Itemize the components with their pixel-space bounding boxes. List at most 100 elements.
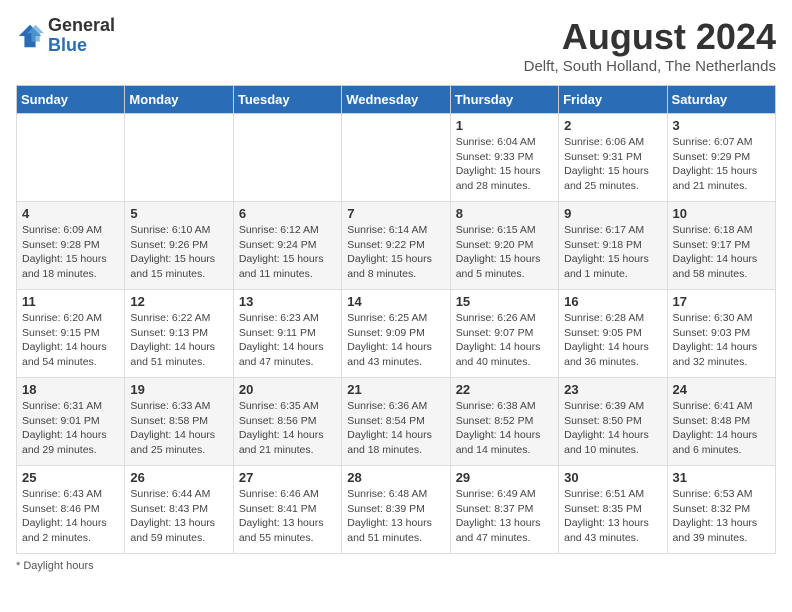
day-cell: 29Sunrise: 6:49 AM Sunset: 8:37 PM Dayli… <box>450 466 558 554</box>
day-content: Sunrise: 6:39 AM Sunset: 8:50 PM Dayligh… <box>564 399 661 458</box>
day-number: 8 <box>456 206 553 221</box>
day-content: Sunrise: 6:18 AM Sunset: 9:17 PM Dayligh… <box>673 223 770 282</box>
day-content: Sunrise: 6:36 AM Sunset: 8:54 PM Dayligh… <box>347 399 444 458</box>
day-number: 23 <box>564 382 661 397</box>
day-cell: 10 Sunrise: 6:18 AM Sunset: 9:17 PM Dayli… <box>667 202 775 290</box>
day-number: 19 <box>130 382 227 397</box>
day-content: Sunrise: 6:46 AM Sunset: 8:41 PM Dayligh… <box>239 487 336 546</box>
day-cell: 7Sunrise: 6:14 AM Sunset: 9:22 PM Daylig… <box>342 202 450 290</box>
day-cell: 24 Sunrise: 6:41 AM Sunset: 8:48 PM Dayli… <box>667 378 775 466</box>
page-header: General Blue August 2024 Delft, South Ho… <box>16 16 776 75</box>
day-cell: 17Sunrise: 6:30 AM Sunset: 9:03 PM Dayli… <box>667 290 775 378</box>
day-number: 12 <box>130 294 227 309</box>
day-number: 16 <box>564 294 661 309</box>
day-number: 5 <box>130 206 227 221</box>
location-subtitle: Delft, South Holland, The Netherlands <box>524 58 776 75</box>
day-number: 14 <box>347 294 444 309</box>
day-number: 29 <box>456 470 553 485</box>
day-number: 24 <box>673 382 770 397</box>
logo-icon <box>16 22 44 50</box>
day-cell <box>17 114 125 202</box>
day-content: Sunrise: 6:48 AM Sunset: 8:39 PM Dayligh… <box>347 487 444 546</box>
day-number: 26 <box>130 470 227 485</box>
calendar-header: SundayMondayTuesdayWednesdayThursdayFrid… <box>17 86 776 114</box>
day-number: 28 <box>347 470 444 485</box>
col-header-sunday: Sunday <box>17 86 125 114</box>
day-content: Sunrise: 6:33 AM Sunset: 8:58 PM Dayligh… <box>130 399 227 458</box>
day-number: 31 <box>673 470 770 485</box>
day-content: Sunrise: 6:28 AM Sunset: 9:05 PM Dayligh… <box>564 311 661 370</box>
day-cell: 23 Sunrise: 6:39 AM Sunset: 8:50 PM Dayli… <box>559 378 667 466</box>
day-content: Sunrise: 6:25 AM Sunset: 9:09 PM Dayligh… <box>347 311 444 370</box>
day-content: Sunrise: 6:07 AM Sunset: 9:29 PM Dayligh… <box>673 135 770 194</box>
day-cell: 8 Sunrise: 6:15 AM Sunset: 9:20 PM Daylig… <box>450 202 558 290</box>
week-row-4: 18 Sunrise: 6:31 AM Sunset: 9:01 PM Dayli… <box>17 378 776 466</box>
day-cell: 4Sunrise: 6:09 AM Sunset: 9:28 PM Daylig… <box>17 202 125 290</box>
col-header-wednesday: Wednesday <box>342 86 450 114</box>
day-cell <box>125 114 233 202</box>
day-content: Sunrise: 6:10 AM Sunset: 9:26 PM Dayligh… <box>130 223 227 282</box>
day-content: Sunrise: 6:51 AM Sunset: 8:35 PM Dayligh… <box>564 487 661 546</box>
day-number: 17 <box>673 294 770 309</box>
day-number: 18 <box>22 382 119 397</box>
day-cell: 14 Sunrise: 6:25 AM Sunset: 9:09 PM Dayli… <box>342 290 450 378</box>
day-cell: 3Sunrise: 6:07 AM Sunset: 9:29 PM Daylig… <box>667 114 775 202</box>
week-row-2: 4Sunrise: 6:09 AM Sunset: 9:28 PM Daylig… <box>17 202 776 290</box>
day-content: Sunrise: 6:12 AM Sunset: 9:24 PM Dayligh… <box>239 223 336 282</box>
day-cell: 12 Sunrise: 6:22 AM Sunset: 9:13 PM Dayli… <box>125 290 233 378</box>
day-content: Sunrise: 6:04 AM Sunset: 9:33 PM Dayligh… <box>456 135 553 194</box>
day-number: 13 <box>239 294 336 309</box>
day-content: Sunrise: 6:53 AM Sunset: 8:32 PM Dayligh… <box>673 487 770 546</box>
month-title: August 2024 <box>524 16 776 58</box>
day-content: Sunrise: 6:17 AM Sunset: 9:18 PM Dayligh… <box>564 223 661 282</box>
day-number: 30 <box>564 470 661 485</box>
col-header-monday: Monday <box>125 86 233 114</box>
calendar-body: 1 Sunrise: 6:04 AM Sunset: 9:33 PM Daylig… <box>17 114 776 554</box>
logo-blue-text: Blue <box>48 36 115 56</box>
day-number: 4 <box>22 206 119 221</box>
title-block: August 2024 Delft, South Holland, The Ne… <box>524 16 776 75</box>
day-cell: 1 Sunrise: 6:04 AM Sunset: 9:33 PM Daylig… <box>450 114 558 202</box>
day-cell: 22Sunrise: 6:38 AM Sunset: 8:52 PM Dayli… <box>450 378 558 466</box>
day-number: 21 <box>347 382 444 397</box>
day-content: Sunrise: 6:38 AM Sunset: 8:52 PM Dayligh… <box>456 399 553 458</box>
day-number: 9 <box>564 206 661 221</box>
day-content: Sunrise: 6:14 AM Sunset: 9:22 PM Dayligh… <box>347 223 444 282</box>
day-number: 20 <box>239 382 336 397</box>
col-header-saturday: Saturday <box>667 86 775 114</box>
day-content: Sunrise: 6:15 AM Sunset: 9:20 PM Dayligh… <box>456 223 553 282</box>
day-cell: 25Sunrise: 6:43 AM Sunset: 8:46 PM Dayli… <box>17 466 125 554</box>
week-row-3: 11 Sunrise: 6:20 AM Sunset: 9:15 PM Dayli… <box>17 290 776 378</box>
day-cell: 26 Sunrise: 6:44 AM Sunset: 8:43 PM Dayli… <box>125 466 233 554</box>
day-cell: 20Sunrise: 6:35 AM Sunset: 8:56 PM Dayli… <box>233 378 341 466</box>
day-cell: 13 Sunrise: 6:23 AM Sunset: 9:11 PM Dayli… <box>233 290 341 378</box>
day-cell: 2 Sunrise: 6:06 AM Sunset: 9:31 PM Daylig… <box>559 114 667 202</box>
day-number: 2 <box>564 118 661 133</box>
day-number: 1 <box>456 118 553 133</box>
day-content: Sunrise: 6:20 AM Sunset: 9:15 PM Dayligh… <box>22 311 119 370</box>
col-header-friday: Friday <box>559 86 667 114</box>
col-header-thursday: Thursday <box>450 86 558 114</box>
day-content: Sunrise: 6:22 AM Sunset: 9:13 PM Dayligh… <box>130 311 227 370</box>
day-cell: 27 Sunrise: 6:46 AM Sunset: 8:41 PM Dayli… <box>233 466 341 554</box>
day-cell: 5 Sunrise: 6:10 AM Sunset: 9:26 PM Daylig… <box>125 202 233 290</box>
day-content: Sunrise: 6:06 AM Sunset: 9:31 PM Dayligh… <box>564 135 661 194</box>
day-number: 27 <box>239 470 336 485</box>
day-content: Sunrise: 6:31 AM Sunset: 9:01 PM Dayligh… <box>22 399 119 458</box>
day-cell: 6Sunrise: 6:12 AM Sunset: 9:24 PM Daylig… <box>233 202 341 290</box>
logo-text: General Blue <box>48 16 115 56</box>
header-row: SundayMondayTuesdayWednesdayThursdayFrid… <box>17 86 776 114</box>
day-content: Sunrise: 6:41 AM Sunset: 8:48 PM Dayligh… <box>673 399 770 458</box>
day-cell <box>342 114 450 202</box>
day-content: Sunrise: 6:23 AM Sunset: 9:11 PM Dayligh… <box>239 311 336 370</box>
day-cell: 19 Sunrise: 6:33 AM Sunset: 8:58 PM Dayli… <box>125 378 233 466</box>
day-cell: 11 Sunrise: 6:20 AM Sunset: 9:15 PM Dayli… <box>17 290 125 378</box>
day-number: 11 <box>22 294 119 309</box>
day-content: Sunrise: 6:44 AM Sunset: 8:43 PM Dayligh… <box>130 487 227 546</box>
col-header-tuesday: Tuesday <box>233 86 341 114</box>
day-cell: 31 Sunrise: 6:53 AM Sunset: 8:32 PM Dayli… <box>667 466 775 554</box>
day-cell: 21 Sunrise: 6:36 AM Sunset: 8:54 PM Dayli… <box>342 378 450 466</box>
day-number: 15 <box>456 294 553 309</box>
week-row-5: 25Sunrise: 6:43 AM Sunset: 8:46 PM Dayli… <box>17 466 776 554</box>
day-number: 10 <box>673 206 770 221</box>
